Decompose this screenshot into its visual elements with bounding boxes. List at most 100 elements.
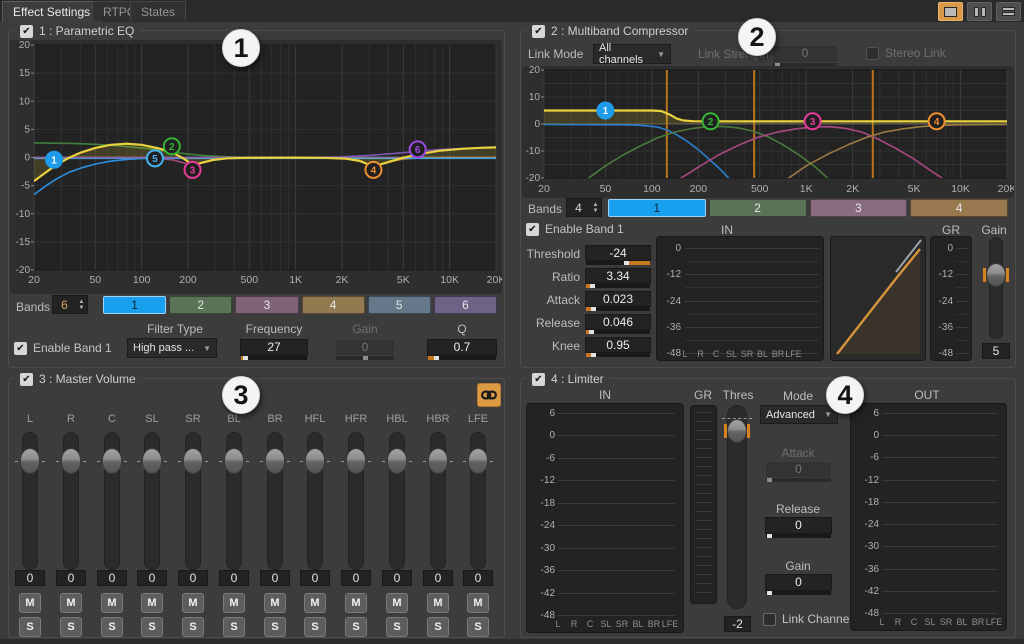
gain-slider-handle[interactable] (986, 263, 1006, 287)
solo-button-C[interactable]: S (101, 617, 123, 637)
channel-value-C[interactable]: 0 (97, 570, 127, 586)
release-slider[interactable] (766, 534, 831, 538)
fader-handle-SR[interactable] (183, 448, 203, 474)
eq-band-button-6[interactable]: 6 (434, 296, 497, 314)
ratio-slider[interactable] (586, 284, 650, 288)
mute-button-R[interactable]: M (60, 593, 82, 613)
stereo-link-checkbox[interactable] (866, 47, 879, 60)
ratio-field[interactable]: 3.34 (585, 268, 651, 284)
frequency-slider[interactable] (241, 356, 307, 360)
mute-button-HFL[interactable]: M (304, 593, 326, 613)
mute-button-LFE[interactable]: M (467, 593, 489, 613)
fader-handle-HBR[interactable] (428, 448, 448, 474)
fader-handle-SL[interactable] (142, 448, 162, 474)
tab-effect-settings[interactable]: Effect Settings (2, 1, 101, 22)
link-channels-checkbox[interactable] (763, 613, 776, 626)
eq-band-button-2[interactable]: 2 (169, 296, 232, 314)
frequency-field[interactable]: 27 (240, 339, 308, 356)
gain-value[interactable]: 5 (982, 343, 1010, 359)
mute-button-BR[interactable]: M (264, 593, 286, 613)
single-pane-layout-button[interactable] (938, 2, 963, 21)
fader-handle-BR[interactable] (265, 448, 285, 474)
channel-value-SR[interactable]: 0 (178, 570, 208, 586)
mute-button-HBR[interactable]: M (427, 593, 449, 613)
gain-slider[interactable] (766, 591, 831, 595)
eq-response-graph[interactable]: 15234620151050-5-10-15-2020501002005001K… (10, 40, 502, 294)
fader-handle-C[interactable] (102, 448, 122, 474)
channel-value-SL[interactable]: 0 (137, 570, 167, 586)
fader-handle-BL[interactable] (224, 448, 244, 474)
mbc-enable-checkbox[interactable]: ✔ (532, 25, 545, 38)
channel-value-R[interactable]: 0 (56, 570, 86, 586)
fader-handle-HFL[interactable] (305, 448, 325, 474)
mute-button-SR[interactable]: M (182, 593, 204, 613)
solo-button-HBR[interactable]: S (427, 617, 449, 637)
fader-handle-HBL[interactable] (387, 448, 407, 474)
mute-button-SL[interactable]: M (141, 593, 163, 613)
filter-type-dropdown[interactable]: High pass ...▼ (127, 338, 217, 358)
eq-band-button-4[interactable]: 4 (302, 296, 365, 314)
threshold-value[interactable]: -2 (724, 616, 751, 632)
mv-enable-checkbox[interactable]: ✔ (20, 373, 33, 386)
mode-dropdown[interactable]: Advanced▼ (760, 405, 838, 424)
threshold-slider[interactable] (586, 261, 650, 265)
lim-enable-checkbox[interactable]: ✔ (532, 373, 545, 386)
q-slider[interactable] (428, 356, 496, 360)
solo-button-HFR[interactable]: S (345, 617, 367, 637)
mute-button-HBL[interactable]: M (386, 593, 408, 613)
fader-handle-L[interactable] (20, 448, 40, 474)
channel-value-HFR[interactable]: 0 (341, 570, 371, 586)
split-vertical-layout-button[interactable] (967, 2, 992, 21)
eq-band-button-1[interactable]: 1 (103, 296, 166, 314)
enable-band-checkbox[interactable]: ✔ (14, 342, 27, 355)
fader-handle-R[interactable] (61, 448, 81, 474)
channel-value-HBR[interactable]: 0 (423, 570, 453, 586)
attack-slider[interactable] (586, 307, 650, 311)
eq-enable-checkbox[interactable]: ✔ (20, 25, 33, 38)
knee-slider[interactable] (586, 353, 650, 357)
solo-button-BL[interactable]: S (223, 617, 245, 637)
threshold-slider-handle[interactable] (727, 419, 747, 443)
release-slider[interactable] (586, 330, 650, 334)
release-field[interactable]: 0 (765, 517, 832, 534)
mbc-band-button-4[interactable]: 4 (910, 199, 1008, 217)
knee-field[interactable]: 0.95 (585, 337, 651, 353)
channel-value-HBL[interactable]: 0 (382, 570, 412, 586)
gain-slider-track[interactable] (989, 237, 1003, 339)
attack-field[interactable]: 0.023 (585, 291, 651, 307)
mbc-band-button-2[interactable]: 2 (709, 199, 807, 217)
gain-field[interactable]: 0 (765, 574, 832, 591)
solo-button-HBL[interactable]: S (386, 617, 408, 637)
mbc-band-button-1[interactable]: 1 (608, 199, 706, 217)
link-mode-dropdown[interactable]: All channels▼ (593, 44, 671, 64)
solo-button-L[interactable]: S (19, 617, 41, 637)
solo-button-R[interactable]: S (60, 617, 82, 637)
mute-button-BL[interactable]: M (223, 593, 245, 613)
eq-bands-spinner[interactable]: 6 ▲▼ (52, 295, 88, 314)
channel-value-BR[interactable]: 0 (260, 570, 290, 586)
eq-band-button-3[interactable]: 3 (235, 296, 298, 314)
channel-value-HFL[interactable]: 0 (300, 570, 330, 586)
crossover-graph[interactable]: 123420100-10-2020501002005001K2K5K10K20K (522, 66, 1014, 198)
link-channels-button[interactable] (477, 383, 501, 407)
fader-handle-LFE[interactable] (468, 448, 488, 474)
tab-states[interactable]: States (130, 1, 186, 21)
mute-button-L[interactable]: M (19, 593, 41, 613)
solo-button-BR[interactable]: S (264, 617, 286, 637)
mbc-band-button-3[interactable]: 3 (810, 199, 908, 217)
fader-handle-HFR[interactable] (346, 448, 366, 474)
mute-button-C[interactable]: M (101, 593, 123, 613)
threshold-field[interactable]: -24 (585, 245, 651, 261)
mbc-bands-spinner[interactable]: 4 ▲▼ (566, 198, 602, 217)
solo-button-SR[interactable]: S (182, 617, 204, 637)
solo-button-SL[interactable]: S (141, 617, 163, 637)
split-horizontal-layout-button[interactable] (996, 2, 1021, 21)
channel-value-L[interactable]: 0 (15, 570, 45, 586)
channel-value-LFE[interactable]: 0 (463, 570, 493, 586)
solo-button-HFL[interactable]: S (304, 617, 326, 637)
channel-value-BL[interactable]: 0 (219, 570, 249, 586)
release-field[interactable]: 0.046 (585, 314, 651, 330)
mute-button-HFR[interactable]: M (345, 593, 367, 613)
solo-button-LFE[interactable]: S (467, 617, 489, 637)
enable-band-checkbox[interactable]: ✔ (526, 223, 539, 236)
